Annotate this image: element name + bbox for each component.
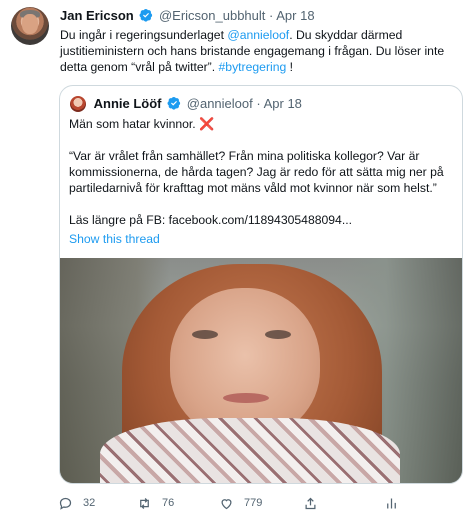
retweet-button[interactable]: 76 (137, 494, 174, 512)
quoted-author-handle: @annieloof (186, 96, 253, 111)
quoted-tweet-header: Annie Lööf @annieloof · Apr 18 (70, 95, 302, 113)
mention-link[interactable]: @annieloof (227, 28, 289, 42)
cross-mark-icon: ❌ (199, 117, 215, 131)
reply-button[interactable]: 32 (58, 494, 95, 512)
quoted-tweet-photo[interactable] (60, 258, 462, 483)
hashtag-link[interactable]: #bytregering (219, 60, 287, 74)
quoted-author-avatar (70, 96, 86, 112)
tweet-time[interactable]: Apr 18 (276, 8, 314, 23)
quoted-tweet-text: Män som hatar kvinnor. ❌ “Var är vrålet … (69, 117, 444, 227)
like-count: 779 (244, 497, 263, 509)
quoted-tweet-time: Apr 18 (263, 96, 302, 111)
share-button[interactable] (303, 494, 328, 512)
separator: · (269, 8, 274, 23)
tweet-header: Jan Ericson @Ericson_ubbhult · Apr 18 (60, 7, 315, 25)
analytics-icon (387, 498, 396, 508)
share-icon (305, 497, 316, 509)
author-name[interactable]: Jan Ericson (60, 8, 134, 23)
reply-count: 32 (83, 497, 96, 509)
verified-badge-icon (167, 96, 181, 110)
verified-badge-icon (139, 8, 153, 22)
author-handle[interactable]: @Ericson_ubbhult (159, 8, 265, 23)
separator: · (256, 96, 261, 111)
tweet-actions: 32 76 779 (58, 494, 458, 512)
quoted-tweet[interactable]: Annie Lööf @annieloof · Apr 18 Män som h… (59, 85, 463, 484)
author-avatar[interactable] (11, 7, 49, 45)
retweet-count: 76 (162, 497, 175, 509)
tweet[interactable]: Jan Ericson @Ericson_ubbhult · Apr 18 Du… (0, 0, 470, 519)
analytics-button[interactable] (384, 494, 409, 512)
show-thread-link[interactable]: Show this thread (69, 232, 160, 246)
tweet-text: Du ingår i regeringsunderlaget @annieloo… (60, 28, 445, 74)
like-icon (221, 498, 232, 509)
quoted-author-name: Annie Lööf (93, 96, 162, 111)
retweet-icon (140, 497, 149, 509)
reply-icon (59, 497, 72, 510)
like-button[interactable]: 779 (219, 494, 262, 512)
